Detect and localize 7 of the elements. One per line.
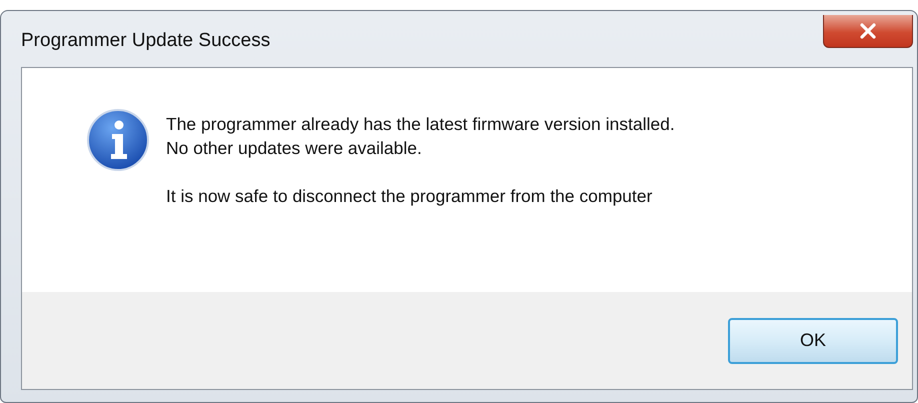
- message-text: The programmer already has the latest firmware version installed. No other updates were available.: [166, 113, 675, 160]
- message-text: It is now safe to disconnect the programmer from the computer: [166, 185, 654, 208]
- close-button[interactable]: [823, 15, 913, 48]
- ok-button[interactable]: OK: [728, 318, 898, 364]
- info-icon: [86, 108, 150, 172]
- close-icon: [859, 23, 877, 39]
- window-title: Programmer Update Success: [21, 30, 270, 52]
